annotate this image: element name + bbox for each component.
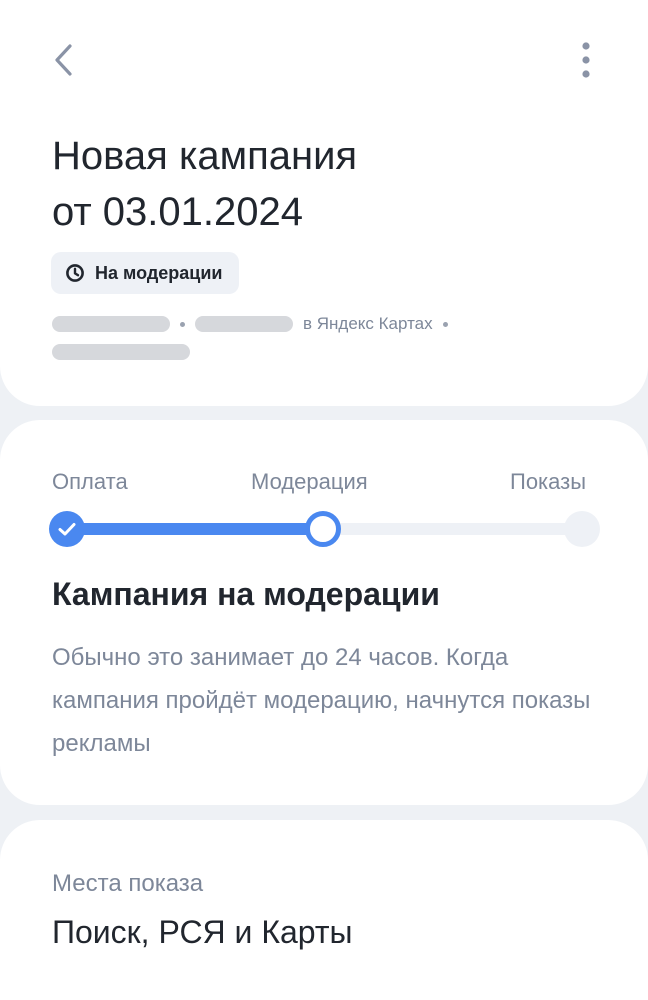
- places-value: Поиск, РСЯ и Карты: [52, 914, 353, 950]
- step-node-payment: [49, 511, 85, 547]
- campaign-meta: в Яндекс Картах: [52, 314, 448, 334]
- page-title-line-2: от 03.01.2024: [52, 190, 303, 234]
- page-title: Новая кампания от 03.01.2024: [52, 128, 592, 240]
- places-label: Места показа: [52, 870, 204, 897]
- status-badge: На модерации: [51, 252, 239, 294]
- progress-description: Обычно это занимает до 24 часов. Когда к…: [52, 644, 591, 757]
- campaign-screen: Новая кампания от 03.01.2024 На модераци…: [0, 0, 648, 1000]
- clock-icon: [66, 264, 84, 282]
- progress-fill: [66, 523, 324, 535]
- check-icon: [58, 523, 76, 536]
- step-node-shows: [564, 511, 600, 547]
- moderation-progress-card: Оплата Модерация Показы Кампания на моде…: [0, 420, 648, 805]
- chevron-left-icon: [55, 44, 72, 76]
- step-label-moderation: Модерация: [251, 469, 368, 494]
- campaign-header-card: Новая кампания от 03.01.2024 На модераци…: [0, 0, 648, 406]
- step-node-moderation: [305, 511, 341, 547]
- redacted-text: [52, 316, 170, 332]
- status-label: На модерации: [95, 262, 223, 283]
- back-button[interactable]: [44, 40, 84, 80]
- page-title-line-1: Новая кампания: [52, 134, 358, 178]
- progress-title: Кампания на модерации: [52, 576, 440, 612]
- separator-dot: [442, 321, 448, 327]
- step-label-payment: Оплата: [52, 469, 128, 494]
- ad-places-card[interactable]: Места показа Поиск, РСЯ и Карты: [0, 820, 648, 1000]
- more-vertical-icon: [582, 42, 590, 78]
- redacted-text: [195, 316, 293, 332]
- separator-dot: [180, 321, 185, 327]
- campaign-meta-line-2: [52, 344, 190, 360]
- meta-location: в Яндекс Картах: [303, 314, 433, 333]
- redacted-text: [52, 344, 190, 360]
- step-label-shows: Показы: [510, 469, 587, 494]
- more-options-button[interactable]: [566, 40, 606, 80]
